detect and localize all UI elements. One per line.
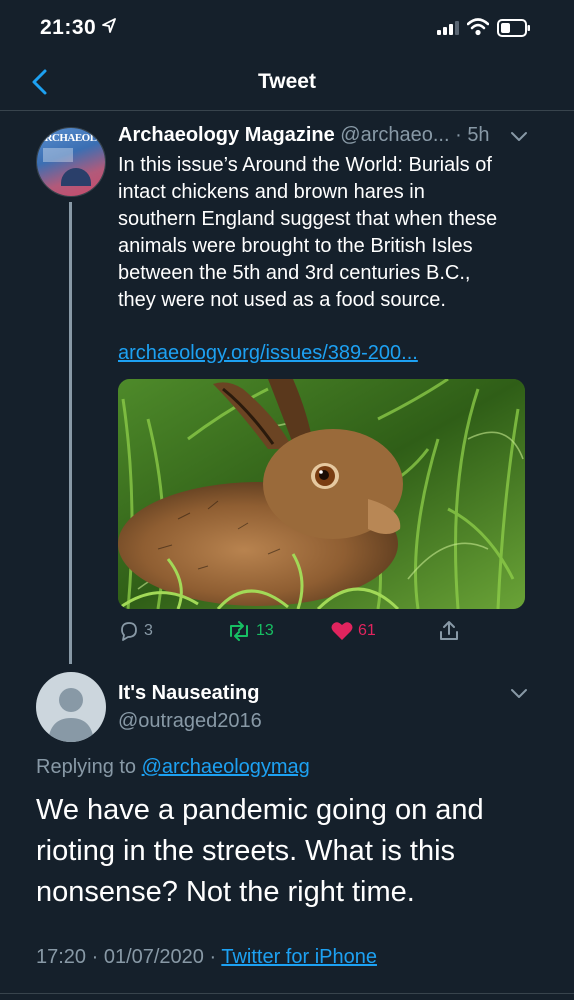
reply-action[interactable]: 3 — [118, 620, 153, 642]
tweet-header: Archaeology Magazine @archaeo... · 5h — [118, 124, 538, 152]
thread-connector-line — [69, 202, 72, 664]
tweet-timestamp: 17:20 · 01/07/2020 · — [36, 946, 222, 968]
person-silhouette-icon — [48, 688, 94, 742]
default-avatar[interactable] — [36, 672, 106, 742]
divider — [0, 993, 574, 994]
tweet-line: between the 5th and 3rd centuries B.C., — [118, 262, 471, 284]
cover-building-shape — [61, 168, 91, 186]
tweet-line: In this issue’s Around the World: Burial… — [118, 154, 492, 176]
share-icon — [440, 621, 458, 640]
hare-photo[interactable] — [118, 379, 525, 609]
tweet-meta: 17:20 · 01/07/2020 · Twitter for iPhone — [36, 946, 377, 969]
cellular-signal-icon — [437, 21, 459, 35]
chevron-down-icon[interactable] — [510, 131, 528, 143]
nav-bar: Tweet — [0, 56, 574, 111]
article-link[interactable]: archaeology.org/issues/389-200... — [118, 342, 418, 365]
share-action[interactable] — [438, 620, 460, 642]
page-title: Tweet — [258, 70, 316, 93]
author-handle[interactable]: @archaeo... — [340, 124, 449, 146]
author-name[interactable]: Archaeology Magazine — [118, 124, 335, 146]
reply-line: We have a pandemic going on and — [36, 794, 484, 826]
reply-text: We have a pandemic going on and rioting … — [36, 790, 536, 913]
wifi-icon — [467, 18, 489, 36]
reply-author-name[interactable]: It's Nauseating — [118, 682, 259, 705]
reply-line: rioting in the streets. What is this — [36, 835, 456, 867]
cover-text-block — [43, 148, 73, 162]
magazine-logo-text: ARCHAEOLOGY — [37, 132, 105, 144]
tweet-text: In this issue’s Around the World: Burial… — [118, 152, 538, 314]
retweet-icon — [230, 621, 248, 641]
archaeology-avatar[interactable]: ARCHAEOLOGY — [36, 127, 106, 197]
header-separator: · — [449, 124, 468, 146]
replying-to-link[interactable]: @archaeologymag — [142, 756, 310, 778]
tweet-actions: 3 13 61 — [118, 620, 538, 646]
reply-count: 3 — [144, 622, 153, 639]
battery-icon — [497, 19, 530, 37]
tweet-time-ago: 5h — [467, 124, 490, 146]
tweet-line: they were not used as a food source. — [118, 289, 446, 311]
tweet-line: intact chickens and brown hares in — [118, 181, 425, 203]
reply-icon — [121, 622, 137, 641]
tweet-source-link[interactable]: Twitter for iPhone — [221, 946, 377, 968]
status-time: 21:30 — [40, 16, 97, 39]
heart-icon — [331, 622, 353, 640]
replying-to-line: Replying to @archaeologymag — [36, 756, 310, 779]
like-action[interactable]: 61 — [330, 620, 376, 642]
replying-prefix: Replying to — [36, 756, 137, 778]
tweet-line: southern England suggest that when these — [118, 208, 498, 230]
status-bar: 21:30 — [0, 0, 574, 56]
tweet-line: animals were brought to the British Isle… — [118, 235, 473, 257]
magazine-cover-image: ARCHAEOLOGY — [37, 128, 105, 196]
retweet-count: 13 — [256, 622, 274, 639]
like-count: 61 — [358, 622, 376, 639]
chevron-down-icon[interactable] — [510, 688, 528, 700]
location-arrow-icon — [102, 18, 116, 33]
hare-illustration — [118, 379, 525, 609]
retweet-action[interactable]: 13 — [226, 620, 274, 642]
reply-line: nonsense? Not the right time. — [36, 876, 415, 908]
reply-author-handle[interactable]: @outraged2016 — [118, 710, 262, 733]
